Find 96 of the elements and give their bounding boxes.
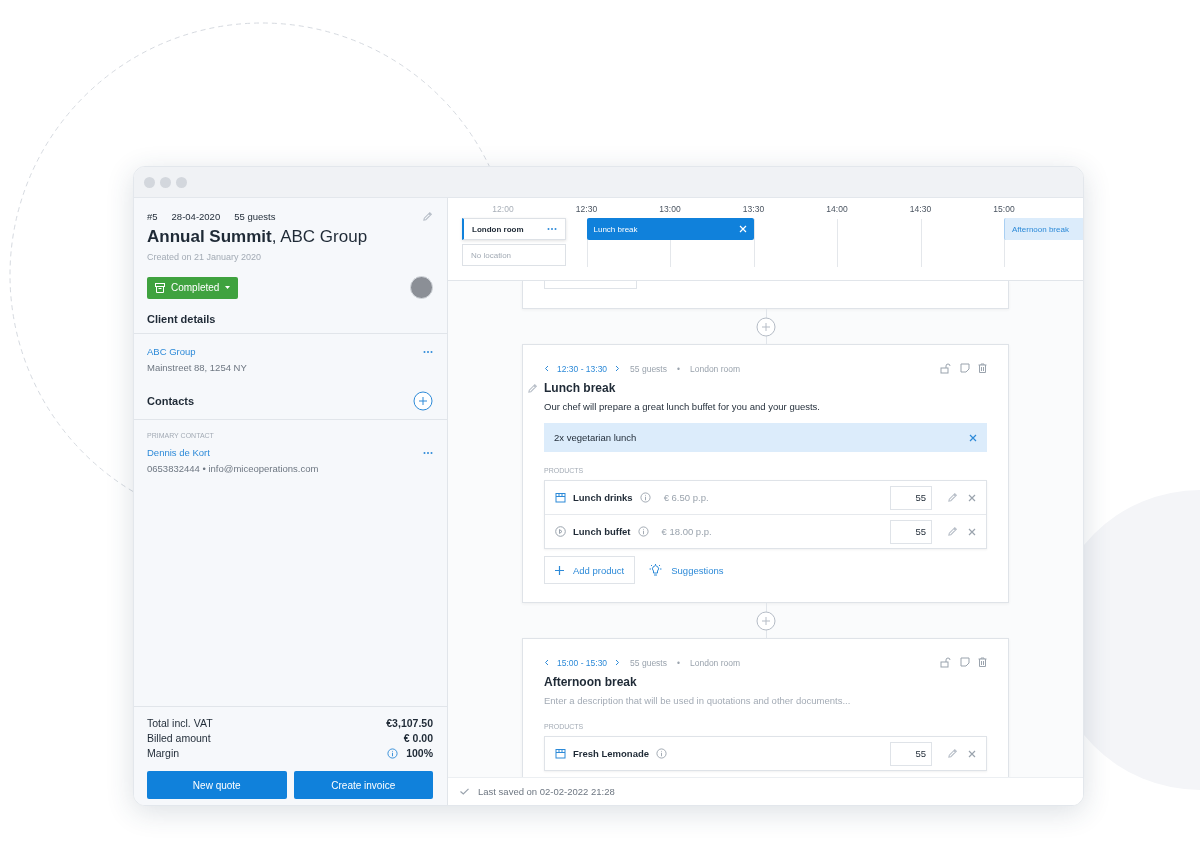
- separator-dot: •: [677, 363, 680, 374]
- room-name: London room: [689, 363, 741, 374]
- total-value: €3,107.50: [386, 717, 433, 729]
- total-label: Margin: [147, 747, 180, 759]
- add-item-icon[interactable]: [755, 610, 776, 631]
- section-heading: Contacts: [147, 395, 195, 407]
- play-circle-icon: [555, 526, 566, 537]
- pencil-icon[interactable]: [947, 492, 958, 503]
- lock-icon[interactable]: [940, 363, 952, 374]
- total-label: Billed amount: [147, 732, 211, 744]
- card-description: Our chef will prepare a great lunch buffet for you and your guests.: [544, 401, 821, 412]
- box-icon: [555, 492, 566, 503]
- time-tick: 12:00: [492, 204, 514, 214]
- note-text: 2x vegetarian lunch: [554, 432, 637, 443]
- new-quote-button[interactable]: New quote: [147, 771, 287, 799]
- edit-title-icon[interactable]: [527, 382, 538, 394]
- info-icon[interactable]: [639, 492, 651, 503]
- close-icon[interactable]: [969, 433, 977, 442]
- pencil-icon[interactable]: [422, 211, 433, 222]
- caret-icon: [225, 286, 231, 289]
- pencil-icon[interactable]: [947, 526, 958, 537]
- close-icon[interactable]: [968, 527, 976, 536]
- product-price: € 18.00 p.p.: [661, 526, 712, 537]
- quantity-field[interactable]: 55: [890, 485, 932, 510]
- time-tick: 13:30: [742, 204, 765, 214]
- window-dot[interactable]: [160, 176, 171, 188]
- quantity-field[interactable]: 55: [890, 519, 932, 544]
- chevron-right-icon[interactable]: [615, 659, 621, 666]
- card-title: Lunch break: [544, 381, 616, 395]
- time-range[interactable]: 15:00 - 15:30: [544, 657, 621, 668]
- status-dropdown[interactable]: Completed: [147, 276, 239, 299]
- guest-count: 55 guests: [630, 363, 667, 374]
- create-invoice-button[interactable]: Create invoice: [293, 771, 433, 799]
- last-saved-text: Last saved on 02-02-2022 21:28: [478, 786, 615, 797]
- quantity-field[interactable]: 55: [890, 741, 932, 766]
- note-icon[interactable]: [960, 657, 970, 667]
- event-number: #5: [147, 211, 158, 222]
- separator-dot: •: [677, 657, 680, 668]
- add-product-button[interactable]: Add product: [544, 556, 636, 584]
- note-icon[interactable]: [960, 363, 970, 373]
- room-item[interactable]: No location: [462, 244, 566, 266]
- window-dot[interactable]: [144, 176, 155, 188]
- client-link[interactable]: ABC Group: [147, 346, 196, 357]
- time-tick: 13:00: [659, 204, 681, 214]
- chevron-right-icon[interactable]: [615, 365, 621, 372]
- card-title: Afternoon break: [544, 675, 637, 689]
- contact-details: 0653832444 • info@miceoperations.com: [147, 463, 320, 474]
- trash-icon[interactable]: [978, 657, 987, 667]
- product-name: Fresh Lemonade: [573, 748, 650, 759]
- lightbulb-icon: [649, 564, 663, 576]
- more-icon[interactable]: [547, 227, 557, 231]
- box-icon: [555, 748, 566, 759]
- add-contact-icon[interactable]: [413, 391, 433, 411]
- time-tick: 12:30: [575, 204, 598, 214]
- product-name: Lunch buffet: [573, 526, 631, 537]
- trash-icon[interactable]: [978, 363, 987, 373]
- lock-icon[interactable]: [940, 657, 952, 668]
- product-name: Lunch drinks: [573, 492, 633, 503]
- contact-link[interactable]: Dennis de Kort: [147, 447, 210, 458]
- time-tick: 14:00: [826, 204, 848, 214]
- guest-count: 55 guests: [630, 657, 667, 668]
- close-icon[interactable]: [968, 749, 976, 758]
- client-address: Mainstreet 88, 1254 NY: [147, 362, 248, 373]
- archive-icon: [155, 282, 165, 293]
- close-icon[interactable]: [968, 493, 976, 502]
- plus-icon: [555, 565, 564, 575]
- guest-count: 55 guests: [234, 211, 276, 222]
- add-item-icon[interactable]: [755, 316, 776, 337]
- total-label: Total incl. VAT: [147, 717, 213, 729]
- chevron-left-icon[interactable]: [544, 365, 549, 372]
- check-icon: [460, 788, 469, 795]
- timeline-event[interactable]: Afternoon break: [1004, 218, 1083, 240]
- created-date: Created on 21 January 2020: [147, 252, 263, 262]
- event-date: 28-04-2020: [171, 211, 221, 222]
- total-value: 100%: [406, 747, 433, 759]
- time-range[interactable]: 12:30 - 13:30: [544, 363, 621, 374]
- more-icon[interactable]: [423, 450, 433, 455]
- more-icon[interactable]: [423, 349, 433, 354]
- time-tick: 14:30: [909, 204, 932, 214]
- total-value: € 0.00: [403, 732, 433, 744]
- room-name: London room: [689, 657, 741, 668]
- chevron-left-icon[interactable]: [544, 659, 549, 666]
- product-price: € 6.50 p.p.: [663, 492, 709, 503]
- room-item[interactable]: London room: [462, 218, 566, 240]
- event-title: Annual Summit, ABC Group: [147, 227, 369, 247]
- info-icon[interactable]: [656, 748, 668, 759]
- description-field[interactable]: Enter a description that will be used in quotations and other documents...: [544, 695, 987, 706]
- avatar[interactable]: [410, 276, 433, 299]
- time-tick: 15:00: [993, 204, 1015, 214]
- pencil-icon[interactable]: [947, 748, 958, 759]
- section-heading: Client details: [147, 313, 216, 325]
- window-dot[interactable]: [176, 176, 187, 188]
- info-icon[interactable]: [387, 747, 399, 759]
- timeline-event[interactable]: Lunch break: [586, 218, 754, 240]
- suggestions-link[interactable]: Suggestions: [649, 564, 724, 576]
- info-icon[interactable]: [637, 526, 649, 537]
